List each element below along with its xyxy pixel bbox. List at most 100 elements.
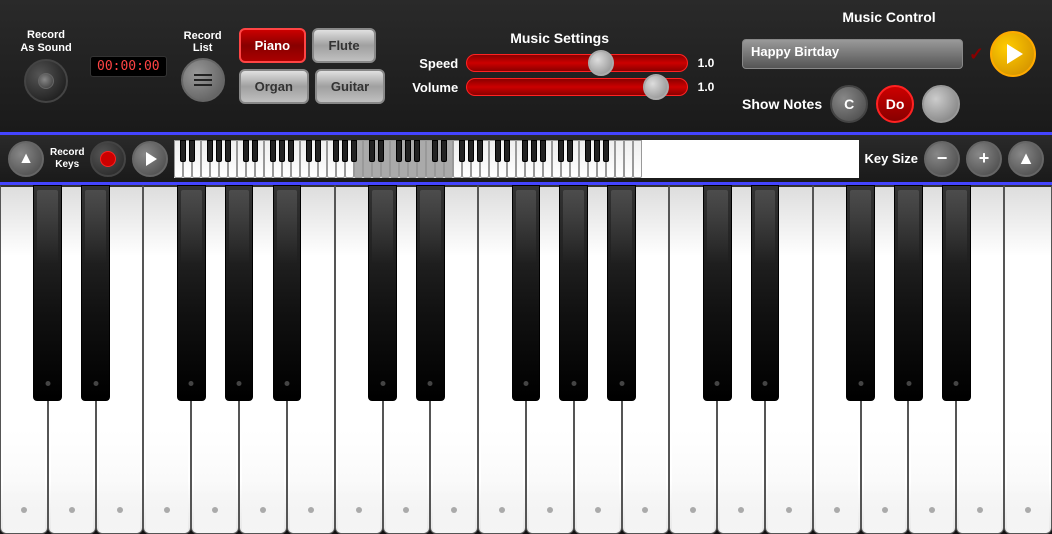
record-keys-label: Record Keys	[50, 147, 84, 171]
black-key-shine	[898, 190, 919, 264]
black-key[interactable]	[607, 185, 636, 401]
white-key-inner	[242, 429, 284, 533]
black-key-dot	[284, 381, 289, 386]
flute-button[interactable]: Flute	[312, 28, 376, 63]
black-key[interactable]	[751, 185, 780, 401]
scroll-up-button[interactable]: ▲	[8, 141, 44, 177]
white-key-inner	[194, 429, 236, 533]
black-key[interactable]	[846, 185, 875, 401]
key-dot	[69, 507, 75, 513]
piano-keys-container	[0, 185, 1052, 534]
show-notes-row: Show Notes C Do	[742, 85, 1036, 123]
black-key-dot	[380, 381, 385, 386]
knob-inner	[38, 73, 54, 89]
music-settings-section: Music Settings Speed 1.0 Volume 1.0	[391, 26, 728, 106]
black-key-dot	[189, 381, 194, 386]
black-key-dot	[906, 381, 911, 386]
white-key-inner	[959, 429, 1001, 533]
play-button[interactable]	[990, 31, 1036, 77]
white-key[interactable]	[1004, 185, 1052, 534]
black-key-shine	[181, 190, 202, 264]
black-key-shine	[37, 190, 58, 264]
key-size-scroll-button[interactable]: ▲	[1008, 141, 1044, 177]
play-small-button[interactable]	[132, 141, 168, 177]
black-key[interactable]	[225, 185, 254, 401]
record-button[interactable]	[90, 141, 126, 177]
black-key-shine	[420, 190, 441, 264]
black-key[interactable]	[33, 185, 62, 401]
play-icon	[1007, 44, 1023, 64]
music-control-section: Music Control Happy Birtday ✓ Show Notes…	[734, 5, 1044, 127]
black-key[interactable]	[177, 185, 206, 401]
black-key[interactable]	[703, 185, 732, 401]
white-key-inner	[386, 429, 428, 533]
black-key-dot	[523, 381, 528, 386]
white-key-inner	[3, 429, 45, 533]
white-key-inner	[1007, 429, 1049, 533]
white-key-inner	[99, 429, 141, 533]
top-bar: Record As Sound 00:00:00 Record List Pia…	[0, 0, 1052, 135]
black-key[interactable]	[368, 185, 397, 401]
black-key-shine	[611, 190, 632, 264]
keyboard-bar: ▲ Record Keys Key Size − + ▲	[0, 135, 1052, 185]
record-list-label: Record List	[184, 30, 222, 54]
white-key-inner	[577, 429, 619, 533]
black-key[interactable]	[273, 185, 302, 401]
instrument-row: Piano Flute	[239, 28, 386, 63]
key-size-label: Key Size	[865, 151, 918, 166]
white-key-inner	[816, 429, 858, 533]
note-do-button[interactable]: Do	[876, 85, 914, 123]
record-as-sound-knob[interactable]	[24, 59, 68, 103]
speed-label: Speed	[403, 56, 458, 71]
black-key-shine	[707, 190, 728, 264]
speed-thumb[interactable]	[588, 50, 614, 76]
black-key-dot	[715, 381, 720, 386]
white-key-inner	[481, 429, 523, 533]
instrument-buttons: Piano Flute Organ Guitar	[239, 28, 386, 104]
guitar-button[interactable]: Guitar	[315, 69, 385, 104]
white-key-inner	[625, 429, 667, 533]
white-key-inner	[51, 429, 93, 533]
note-c-button[interactable]: C	[830, 85, 868, 123]
speed-slider-row: Speed 1.0	[403, 54, 716, 72]
organ-button[interactable]: Organ	[239, 69, 309, 104]
speed-track[interactable]	[466, 54, 688, 72]
black-key-shine	[229, 190, 250, 264]
song-select[interactable]: Happy Birtday	[742, 39, 963, 69]
black-key-shine	[850, 190, 871, 264]
black-key[interactable]	[942, 185, 971, 401]
list-icon	[194, 74, 212, 86]
volume-value: 1.0	[696, 80, 716, 94]
black-key-dot	[93, 381, 98, 386]
timer-display: 00:00:00	[90, 56, 167, 77]
volume-track[interactable]	[466, 78, 688, 96]
black-key-shine	[516, 190, 537, 264]
music-control-title: Music Control	[842, 9, 935, 25]
black-key-dot	[858, 381, 863, 386]
key-dot	[260, 507, 266, 513]
record-list-button[interactable]	[181, 58, 225, 102]
volume-thumb[interactable]	[643, 74, 669, 100]
black-key[interactable]	[894, 185, 923, 401]
key-size-section: Key Size − + ▲	[865, 141, 1044, 177]
note-dial-button[interactable]	[922, 85, 960, 123]
white-key-inner	[529, 429, 571, 533]
key-size-plus-button[interactable]: +	[966, 141, 1002, 177]
white-key-inner	[672, 429, 714, 533]
white-key-inner	[768, 429, 810, 533]
key-dot	[547, 507, 553, 513]
checkmark-icon: ✓	[969, 44, 984, 65]
white-key-inner	[338, 429, 380, 533]
music-settings-title: Music Settings	[510, 30, 609, 46]
black-key-shine	[946, 190, 967, 264]
black-key[interactable]	[559, 185, 588, 401]
volume-label: Volume	[403, 80, 458, 95]
black-key[interactable]	[81, 185, 110, 401]
piano-button[interactable]: Piano	[239, 28, 306, 63]
key-size-minus-button[interactable]: −	[924, 141, 960, 177]
black-key-dot	[763, 381, 768, 386]
white-key-inner	[290, 429, 332, 533]
black-key[interactable]	[512, 185, 541, 401]
play-small-icon	[146, 152, 157, 166]
black-key[interactable]	[416, 185, 445, 401]
